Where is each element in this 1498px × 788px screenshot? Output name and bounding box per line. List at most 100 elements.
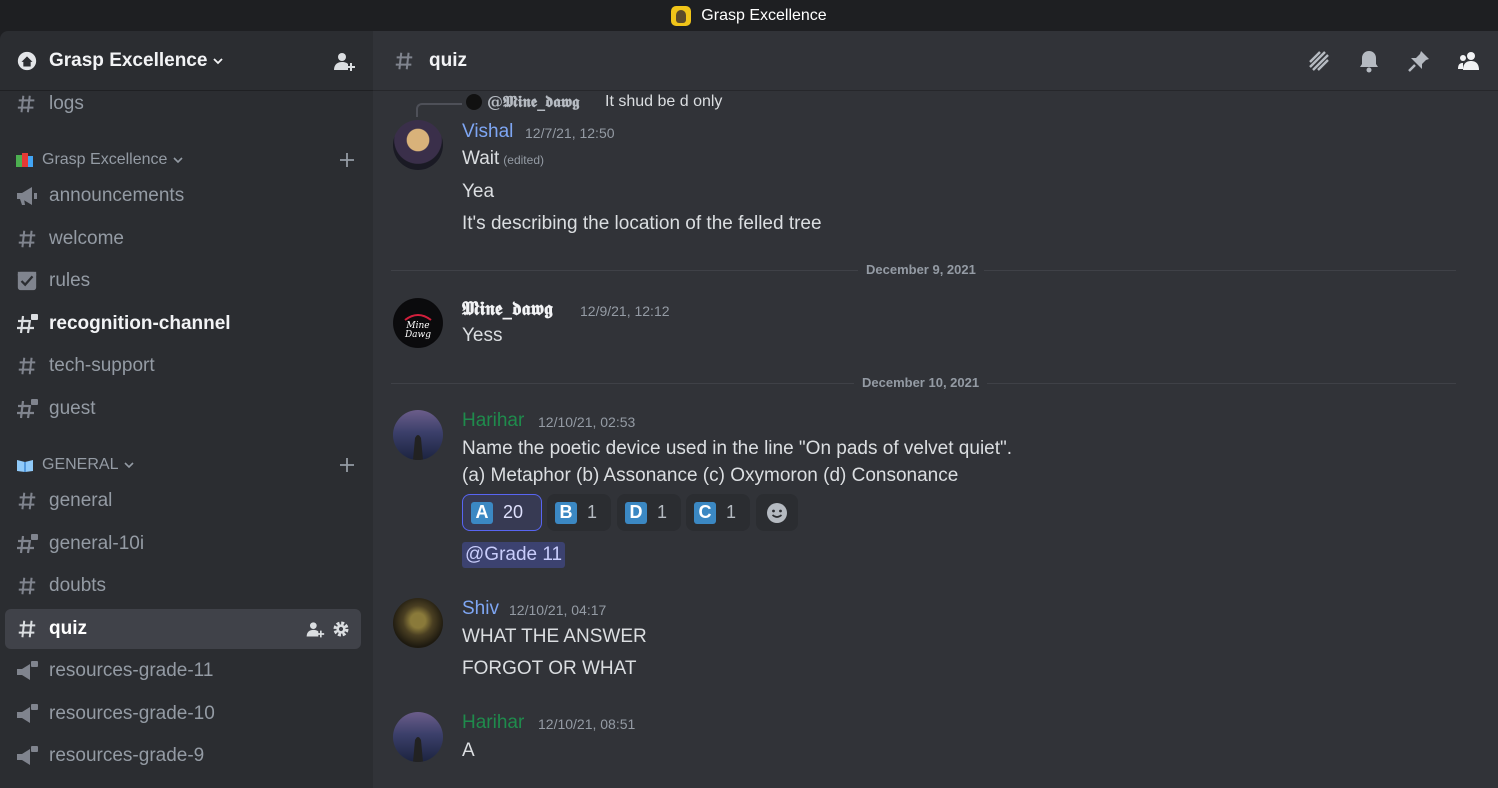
reply-author[interactable]: @𝕸𝖎𝖓𝖊_𝖉𝖆𝖜𝖌: [487, 92, 579, 112]
bell-icon: [1360, 50, 1378, 72]
regional-indicator-a-icon: A: [471, 501, 493, 524]
category-grasp-excellence[interactable]: Grasp Excellence: [16, 148, 356, 172]
avatar-harihar[interactable]: [393, 410, 443, 460]
sidebar-item-label: resources-grade-9: [49, 745, 205, 766]
app-icon: [671, 5, 692, 26]
avatar-vishal[interactable]: [393, 120, 443, 170]
megaphone-icon: [15, 184, 39, 208]
hashtag-lock-icon: [15, 397, 39, 421]
invite-people-button[interactable]: [331, 48, 357, 74]
notification-settings-button[interactable]: [1356, 48, 1382, 74]
server-home-icon: [17, 51, 37, 70]
reaction-b[interactable]: B 1: [547, 494, 611, 531]
edited-marker: (edited): [503, 153, 544, 167]
sidebar-item-general-10i[interactable]: general-10i: [5, 524, 361, 564]
timestamp: 12/10/21, 08:51: [538, 716, 636, 732]
create-channel-icon[interactable]: [338, 151, 356, 169]
sidebar-item-label: rules: [49, 270, 91, 291]
reaction-count: 1: [657, 502, 668, 522]
reaction-count: 1: [726, 502, 737, 522]
sidebar-item-label: general: [49, 490, 113, 511]
message-text: Name the poetic device used in the line …: [462, 438, 1013, 459]
rules-checkbox-icon: [15, 269, 39, 293]
create-channel-icon[interactable]: [338, 456, 356, 474]
gear-icon[interactable]: [331, 619, 351, 639]
message-text: It's describing the location of the fell…: [462, 213, 822, 234]
channel-sidebar: Grasp Excellence logs Grasp Excellence a…: [0, 31, 373, 788]
author-shiv[interactable]: Shiv: [462, 598, 499, 620]
sidebar-item-label: guest: [49, 398, 96, 419]
category-general[interactable]: GENERAL: [16, 453, 356, 477]
author-harihar[interactable]: Harihar: [462, 410, 524, 432]
avatar-mine-dawg[interactable]: Mine Dawg: [393, 298, 443, 348]
regional-indicator-d-icon: D: [625, 501, 647, 524]
sidebar-item-label: recognition-channel: [49, 313, 231, 334]
sidebar-item-welcome[interactable]: welcome: [5, 219, 361, 259]
author-harihar[interactable]: Harihar: [462, 712, 524, 734]
message-text: Wait: [462, 148, 500, 169]
sidebar-item-recognition-channel[interactable]: recognition-channel: [5, 304, 361, 344]
svg-text:Dawg: Dawg: [404, 330, 431, 340]
reply-preview-text[interactable]: It shud be d only: [605, 93, 722, 111]
message-text: (a) Metaphor (b) Assonance (c) Oxymoron …: [462, 465, 959, 486]
sidebar-item-announcements[interactable]: announcements: [5, 176, 361, 216]
sidebar-item-resources-grade-10[interactable]: resources-grade-10: [5, 694, 361, 734]
sidebar-item-logs[interactable]: logs: [5, 84, 361, 124]
sidebar-item-label: logs: [49, 93, 84, 114]
sidebar-item-resources-grade-11[interactable]: resources-grade-11: [5, 651, 361, 691]
books-emoji-icon: [16, 153, 33, 167]
avatar-shiv[interactable]: [393, 598, 443, 648]
server-header[interactable]: Grasp Excellence: [0, 31, 373, 91]
server-name: Grasp Excellence: [49, 49, 208, 71]
sidebar-item-rules[interactable]: rules: [5, 261, 361, 301]
message-list: @𝕸𝖎𝖓𝖊_𝖉𝖆𝖜𝖌 It shud be d only Vishal 12/7…: [373, 92, 1498, 788]
smiley-icon: [767, 502, 787, 523]
author-mine-dawg[interactable]: 𝕸𝖎𝖓𝖊_𝖉𝖆𝖜𝖌: [462, 298, 553, 320]
hashtag-icon: [15, 227, 39, 251]
category-label: Grasp Excellence: [42, 151, 168, 168]
reaction-d[interactable]: D 1: [617, 494, 681, 531]
reply-avatar[interactable]: [466, 94, 482, 110]
add-reaction-button[interactable]: [756, 494, 798, 531]
threads-icon: [1309, 50, 1329, 71]
message-content: Wait (edited): [462, 148, 544, 170]
sidebar-item-general[interactable]: general: [5, 481, 361, 521]
hashtag-icon: [15, 354, 39, 378]
channel-header: quiz: [373, 31, 1498, 91]
threads-button[interactable]: [1306, 48, 1332, 74]
member-list-button[interactable]: [1456, 48, 1482, 74]
message-text: A: [462, 740, 475, 761]
megaphone-lock-icon: [15, 659, 39, 683]
megaphone-lock-icon: [15, 702, 39, 726]
sidebar-item-quiz[interactable]: quiz: [5, 609, 361, 649]
message-text: Yess: [462, 325, 503, 346]
timestamp: 12/10/21, 04:17: [509, 602, 607, 618]
create-invite-icon[interactable]: [305, 619, 325, 639]
chevron-down-icon: [213, 57, 224, 64]
reaction-count: 1: [587, 502, 598, 522]
pinned-messages-button[interactable]: [1406, 48, 1432, 74]
avatar-harihar[interactable]: [393, 712, 443, 762]
window-title: Grasp Excellence: [701, 6, 827, 24]
reaction-a[interactable]: A 20: [462, 494, 542, 531]
message-text: Yea: [462, 181, 495, 202]
members-icon: [1458, 51, 1479, 70]
sidebar-item-label: resources-grade-11: [49, 660, 214, 681]
reaction-c[interactable]: C 1: [686, 494, 750, 531]
sidebar-item-label: resources-grade-10: [49, 703, 215, 724]
hashtag-icon: [15, 574, 39, 598]
channel-title: quiz: [429, 49, 467, 71]
sidebar-item-label: welcome: [49, 228, 124, 249]
author-vishal[interactable]: Vishal: [462, 121, 513, 143]
message-text: WHAT THE ANSWER: [462, 626, 647, 647]
sidebar-item-guest[interactable]: guest: [5, 389, 361, 429]
sidebar-item-tech-support[interactable]: tech-support: [5, 346, 361, 386]
sidebar-item-resources-grade-9[interactable]: resources-grade-9: [5, 736, 361, 776]
hashtag-lock-icon: [15, 312, 39, 336]
add-user-icon: [334, 52, 355, 71]
sidebar-item-doubts[interactable]: doubts: [5, 566, 361, 606]
hashtag-icon: [15, 489, 39, 513]
role-mention[interactable]: @Grade 11: [462, 542, 566, 568]
timestamp: 12/7/21, 12:50: [525, 125, 615, 141]
open-book-emoji-icon: [17, 460, 33, 472]
